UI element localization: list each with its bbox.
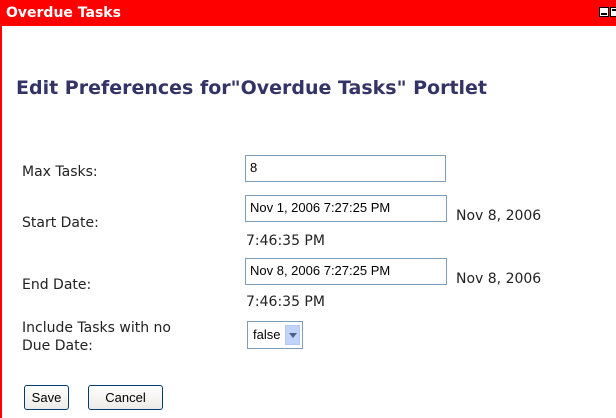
save-button[interactable]: Save <box>24 385 69 410</box>
minimize-icon[interactable] <box>599 7 609 17</box>
portlet-titlebar: Overdue Tasks <box>2 0 616 26</box>
start-date-label: Start Date: <box>22 215 99 231</box>
include-no-due-value: false <box>253 327 281 342</box>
start-date-current-time: 7:46:35 PM <box>246 233 325 249</box>
include-no-due-label-line1: Include Tasks with no <box>22 320 171 336</box>
portlet-window: Overdue Tasks Edit Preferences for"Overd… <box>0 0 616 418</box>
cancel-button[interactable]: Cancel <box>88 385 163 410</box>
end-date-current-time: 7:46:35 PM <box>246 294 325 310</box>
max-tasks-label: Max Tasks: <box>22 164 98 180</box>
end-date-input[interactable]: Nov 8, 2006 7:27:25 PM <box>245 258 447 285</box>
end-date-label: End Date: <box>22 277 92 293</box>
start-date-current-date: Nov 8, 2006 <box>456 208 542 224</box>
page-title: Edit Preferences for"Overdue Tasks" Port… <box>16 77 488 99</box>
maximize-icon[interactable] <box>610 7 616 17</box>
portlet-title: Overdue Tasks <box>6 5 121 21</box>
include-no-due-select[interactable]: false <box>247 321 303 349</box>
chevron-down-icon[interactable] <box>285 325 300 345</box>
max-tasks-input[interactable]: 8 <box>245 155 446 182</box>
end-date-current-date: Nov 8, 2006 <box>456 271 542 287</box>
start-date-input[interactable]: Nov 1, 2006 7:27:25 PM <box>245 195 447 222</box>
include-no-due-label-line2: Due Date: <box>22 338 93 354</box>
